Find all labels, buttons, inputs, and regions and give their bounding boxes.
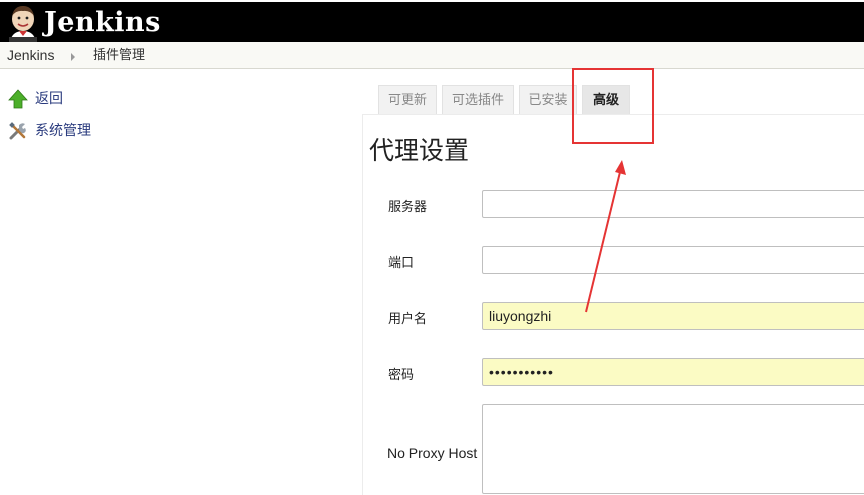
no-proxy-host-label: No Proxy Host <box>387 445 478 461</box>
tab-updates[interactable]: 可更新 <box>378 85 437 115</box>
section-title: 代理设置 <box>369 136 470 165</box>
breadcrumb-chevron-icon <box>71 53 75 61</box>
breadcrumb: Jenkins 插件管理 <box>0 42 864 69</box>
password-label: 密码 <box>388 368 415 383</box>
server-input[interactable] <box>482 190 864 218</box>
breadcrumb-current-page[interactable]: 插件管理 <box>93 47 145 64</box>
port-input[interactable] <box>482 246 864 274</box>
side-item-label: 返回 <box>35 91 63 107</box>
side-item-label: 系统管理 <box>35 123 91 139</box>
server-label: 服务器 <box>388 200 428 215</box>
jenkins-butler-icon[interactable] <box>6 4 40 42</box>
password-input[interactable] <box>482 358 864 386</box>
annotation-highlight-box <box>572 68 654 144</box>
up-arrow-icon <box>8 89 28 109</box>
brand-title[interactable]: Jenkins <box>44 6 161 40</box>
no-proxy-host-textarea[interactable] <box>482 404 864 494</box>
port-label: 端口 <box>388 256 415 271</box>
tab-installed[interactable]: 已安装 <box>519 85 577 115</box>
breadcrumb-home-link[interactable]: Jenkins <box>7 47 54 64</box>
username-label: 用户名 <box>388 312 428 327</box>
username-input[interactable] <box>482 302 864 330</box>
tools-icon <box>9 122 26 140</box>
top-header: Jenkins <box>0 0 864 42</box>
tab-available[interactable]: 可选插件 <box>442 85 514 115</box>
